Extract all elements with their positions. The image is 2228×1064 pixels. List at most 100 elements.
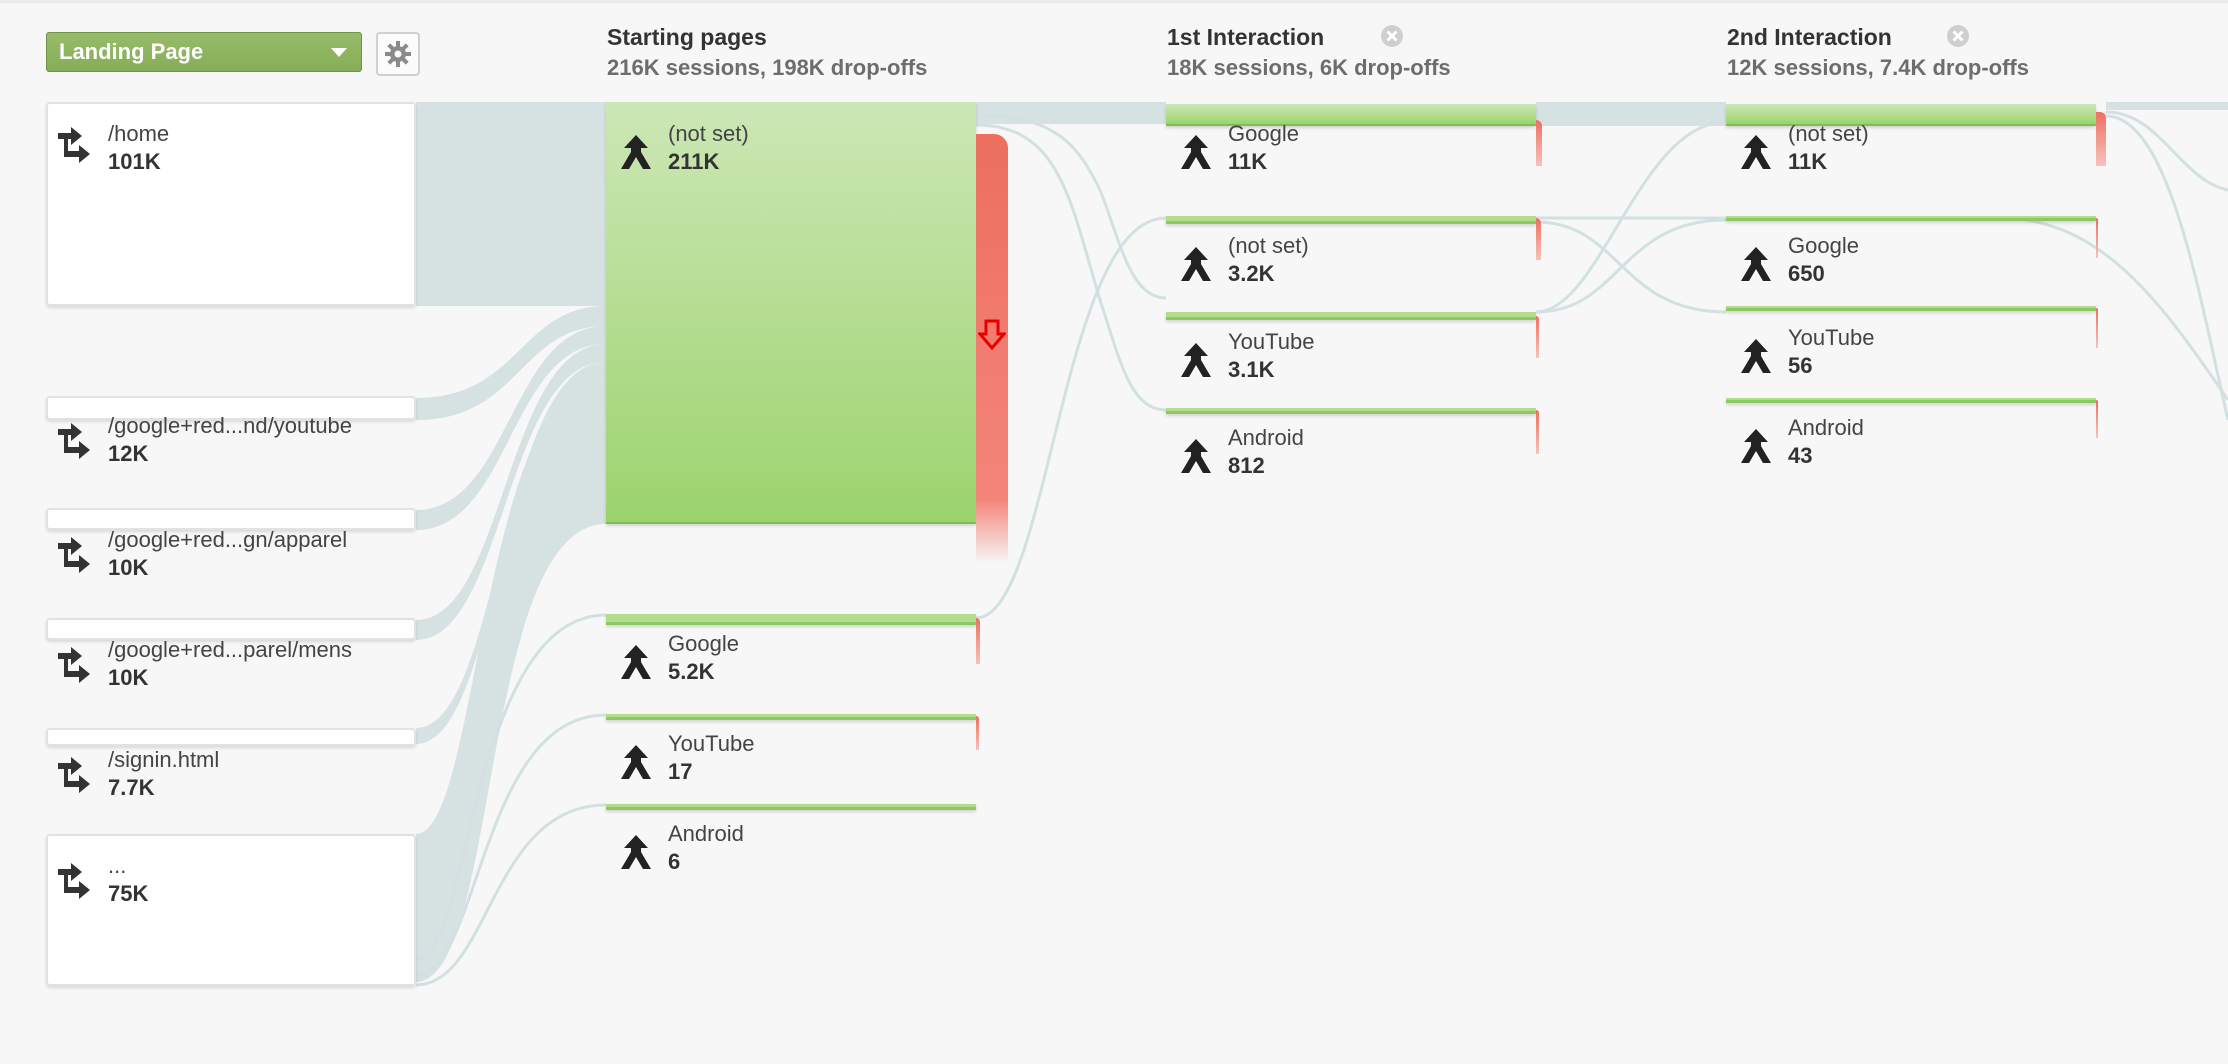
- second-node-notset[interactable]: [1726, 104, 2096, 126]
- event-fork-icon: [621, 135, 651, 169]
- second-node-android[interactable]: [1726, 398, 2096, 403]
- first-node-youtube[interactable]: [1166, 312, 1536, 320]
- node-count: 650: [1788, 261, 1825, 286]
- node-count: 56: [1788, 353, 1813, 378]
- node-name: (not set): [668, 121, 749, 146]
- node-count: 6: [668, 849, 681, 874]
- starting-label-google: Google 5.2K: [668, 630, 739, 686]
- flow-google-notset: [1536, 102, 1726, 126]
- node-name: YouTube: [1788, 325, 1875, 350]
- node-bar: [1166, 216, 1536, 224]
- node-count: 43: [1788, 443, 1813, 468]
- column-header-starting-pages: Starting pages 216K sessions, 198K drop-…: [607, 22, 927, 84]
- event-fork-icon: [1181, 247, 1211, 281]
- node-name: /signin.html: [108, 747, 220, 772]
- node-name: YouTube: [668, 731, 755, 756]
- landing-arrow-icon: [58, 757, 90, 793]
- dropoff-bar[interactable]: [976, 716, 979, 750]
- node-bar: [1726, 306, 2096, 311]
- dropoff-bar[interactable]: [2096, 218, 2098, 258]
- event-fork-icon: [621, 645, 651, 679]
- dropoff-bar[interactable]: [976, 134, 1008, 564]
- node-count: 3.1K: [1228, 357, 1275, 382]
- starting-node-google[interactable]: [606, 614, 976, 625]
- remove-step-icon[interactable]: [1380, 24, 1404, 48]
- landing-arrow-icon: [58, 537, 90, 573]
- dropoff-bar[interactable]: [2096, 112, 2106, 166]
- dropoff-bar[interactable]: [2096, 308, 2098, 348]
- event-fork-icon: [1181, 343, 1211, 377]
- dropoff-bar[interactable]: [1536, 120, 1542, 166]
- node-count: 3.2K: [1228, 261, 1275, 286]
- second-label-notset: (not set) 11K: [1788, 120, 1869, 176]
- starting-node-notset[interactable]: [606, 102, 976, 524]
- remove-step-icon[interactable]: [1946, 24, 1970, 48]
- node-bar: [1166, 104, 1536, 126]
- chevron-down-icon: [331, 48, 347, 57]
- landing-arrow-icon: [58, 863, 90, 899]
- starting-label-youtube: YouTube 17: [668, 730, 754, 786]
- starting-node-android[interactable]: [606, 804, 976, 810]
- column-title: 2nd Interaction: [1727, 24, 1892, 50]
- event-fork-icon: [1181, 439, 1211, 473]
- second-label-google: Google 650: [1788, 232, 1859, 288]
- starting-node-youtube[interactable]: [606, 714, 976, 720]
- node-name: /google+red...parel/mens: [108, 637, 352, 662]
- event-fork-icon: [1181, 135, 1211, 169]
- source-node-other[interactable]: [46, 834, 416, 986]
- node-bar: [1166, 408, 1536, 414]
- dropoff-bar[interactable]: [2096, 400, 2098, 438]
- first-node-android[interactable]: [1166, 408, 1536, 414]
- second-node-youtube[interactable]: [1726, 306, 2096, 311]
- source-node-signin-page[interactable]: [46, 728, 416, 746]
- column-header-1st-interaction: 1st Interaction 18K sessions, 6K drop-of…: [1167, 22, 1451, 84]
- first-label-android: Android 812: [1228, 424, 1304, 480]
- node-count: 5.2K: [668, 659, 715, 684]
- dropoff-bar[interactable]: [1536, 316, 1539, 358]
- dropoff-bar[interactable]: [1536, 410, 1539, 454]
- node-bar: [1166, 312, 1536, 320]
- event-fork-icon: [621, 835, 651, 869]
- node-bar: [606, 714, 976, 720]
- node-bar: [606, 102, 976, 524]
- node-name: /google+red...gn/apparel: [108, 527, 348, 552]
- gear-icon: [385, 41, 411, 67]
- dropoff-bar[interactable]: [976, 618, 980, 664]
- first-node-notset[interactable]: [1166, 216, 1536, 224]
- node-count: 7.7K: [108, 775, 155, 800]
- landing-arrow-icon: [58, 127, 90, 163]
- first-node-google[interactable]: [1166, 104, 1536, 126]
- dimension-dropdown[interactable]: Landing Page: [46, 32, 362, 72]
- dropoff-bar[interactable]: [1536, 218, 1541, 260]
- flow-notset-google: [976, 102, 1166, 124]
- second-label-youtube: YouTube 56: [1788, 324, 1874, 380]
- first-label-google: Google 11K: [1228, 120, 1299, 176]
- column-subtitle: 12K sessions, 7.4K drop-offs: [1727, 55, 2029, 80]
- node-bar: [1726, 104, 2096, 126]
- node-name: Google: [1788, 233, 1859, 258]
- node-name: /google+red...nd/youtube: [108, 413, 353, 438]
- second-label-android: Android 43: [1788, 414, 1864, 470]
- node-count: 75K: [108, 881, 149, 906]
- node-bar: [1726, 398, 2096, 403]
- settings-button[interactable]: [376, 32, 420, 76]
- node-name: Android: [668, 821, 744, 846]
- node-count: 10K: [108, 665, 149, 690]
- node-name: /home: [108, 121, 170, 146]
- event-fork-icon: [1741, 339, 1771, 373]
- column-title: 1st Interaction: [1167, 24, 1325, 50]
- node-name: Google: [1228, 121, 1299, 146]
- node-name: Android: [1788, 415, 1864, 440]
- column-title: Starting pages: [607, 24, 767, 50]
- node-name: (not set): [1788, 121, 1869, 146]
- node-bar: [1726, 216, 2096, 221]
- second-node-google[interactable]: [1726, 216, 2096, 221]
- node-name: (not set): [1228, 233, 1309, 258]
- flow-other-pages: [416, 376, 606, 982]
- node-name: YouTube: [1228, 329, 1315, 354]
- node-name: Android: [1228, 425, 1304, 450]
- node-bar: [606, 614, 976, 625]
- source-node-home[interactable]: [46, 102, 416, 306]
- event-fork-icon: [1741, 247, 1771, 281]
- node-count: 11K: [1788, 149, 1828, 174]
